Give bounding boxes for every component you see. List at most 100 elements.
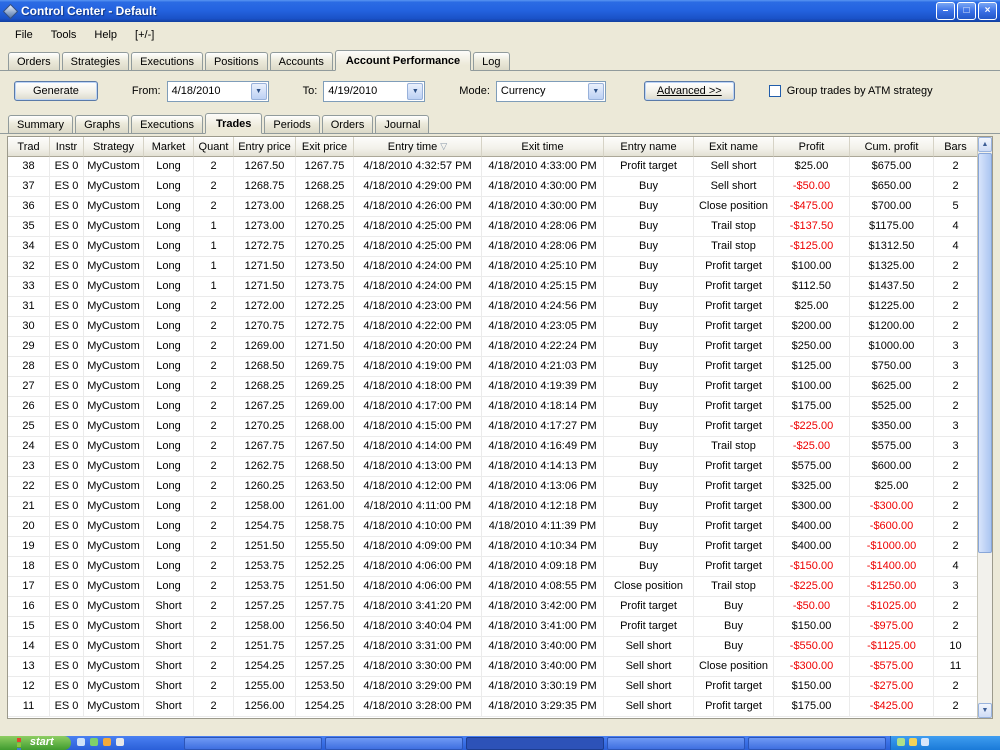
- table-row[interactable]: 20ES 0MyCustomLong21254.751258.754/18/20…: [8, 517, 992, 537]
- table-row[interactable]: 30ES 0MyCustomLong21270.751272.754/18/20…: [8, 317, 992, 337]
- column-header-quant[interactable]: Quant: [194, 137, 234, 157]
- table-row[interactable]: 14ES 0MyCustomShort21251.751257.254/18/2…: [8, 637, 992, 657]
- column-header-entry_price[interactable]: Entry price: [234, 137, 296, 157]
- table-row[interactable]: 32ES 0MyCustomLong11271.501273.504/18/20…: [8, 257, 992, 277]
- table-row[interactable]: 26ES 0MyCustomLong21267.251269.004/18/20…: [8, 397, 992, 417]
- cell-entry_time: 4/18/2010 3:29:00 PM: [354, 677, 482, 697]
- cell-exit_name: Profit target: [694, 537, 774, 557]
- tab-accounts[interactable]: Accounts: [270, 52, 333, 71]
- column-header-entry_name[interactable]: Entry name: [604, 137, 694, 157]
- tab-orders[interactable]: Orders: [8, 52, 60, 71]
- table-row[interactable]: 38ES 0MyCustomLong21267.501267.754/18/20…: [8, 157, 992, 177]
- tab-positions[interactable]: Positions: [205, 52, 268, 71]
- table-row[interactable]: 17ES 0MyCustomLong21253.751251.504/18/20…: [8, 577, 992, 597]
- table-row[interactable]: 22ES 0MyCustomLong21260.251263.504/18/20…: [8, 477, 992, 497]
- table-row[interactable]: 29ES 0MyCustomLong21269.001271.504/18/20…: [8, 337, 992, 357]
- taskbar-button[interactable]: [325, 737, 463, 750]
- quick-launch-icon[interactable]: [77, 738, 85, 746]
- table-row[interactable]: 24ES 0MyCustomLong21267.751267.504/18/20…: [8, 437, 992, 457]
- tray-icon[interactable]: [897, 738, 905, 746]
- column-header-entry_time[interactable]: Entry time▽: [354, 137, 482, 157]
- column-header-market[interactable]: Market: [144, 137, 194, 157]
- tray-icon[interactable]: [909, 738, 917, 746]
- table-row[interactable]: 23ES 0MyCustomLong21262.751268.504/18/20…: [8, 457, 992, 477]
- table-row[interactable]: 34ES 0MyCustomLong11272.751270.254/18/20…: [8, 237, 992, 257]
- table-row[interactable]: 15ES 0MyCustomShort21258.001256.504/18/2…: [8, 617, 992, 637]
- table-row[interactable]: 25ES 0MyCustomLong21270.251268.004/18/20…: [8, 417, 992, 437]
- window-title: Control Center - Default: [21, 4, 936, 18]
- cell-cum_profit: $575.00: [850, 437, 934, 457]
- table-row[interactable]: 16ES 0MyCustomShort21257.251257.754/18/2…: [8, 597, 992, 617]
- tab-journal[interactable]: Journal: [375, 115, 429, 134]
- close-button[interactable]: ×: [978, 2, 997, 20]
- chevron-down-icon[interactable]: ▼: [407, 83, 423, 100]
- chevron-down-icon[interactable]: ▼: [251, 83, 267, 100]
- mode-combo[interactable]: Currency ▼: [496, 81, 606, 102]
- tab-executions[interactable]: Executions: [131, 115, 203, 134]
- tab-strategies[interactable]: Strategies: [62, 52, 130, 71]
- tab-summary[interactable]: Summary: [8, 115, 73, 134]
- tray-icon[interactable]: [921, 738, 929, 746]
- table-row[interactable]: 33ES 0MyCustomLong11271.501273.754/18/20…: [8, 277, 992, 297]
- menu-tools[interactable]: Tools: [42, 25, 86, 45]
- tab-log[interactable]: Log: [473, 52, 509, 71]
- table-row[interactable]: 35ES 0MyCustomLong11273.001270.254/18/20…: [8, 217, 992, 237]
- tab-graphs[interactable]: Graphs: [75, 115, 129, 134]
- table-row[interactable]: 31ES 0MyCustomLong21272.001272.254/18/20…: [8, 297, 992, 317]
- tab-trades[interactable]: Trades: [205, 113, 262, 134]
- group-trades-checkbox[interactable]: [769, 85, 781, 97]
- table-row[interactable]: 11ES 0MyCustomShort21256.001254.254/18/2…: [8, 697, 992, 717]
- advanced-button[interactable]: Advanced >>: [644, 81, 735, 101]
- start-button[interactable]: start: [0, 736, 71, 750]
- tab-executions[interactable]: Executions: [131, 52, 203, 71]
- vertical-scrollbar[interactable]: ▲ ▼: [977, 137, 992, 718]
- taskbar-button[interactable]: [466, 737, 604, 750]
- table-row[interactable]: 21ES 0MyCustomLong21258.001261.004/18/20…: [8, 497, 992, 517]
- column-header-exit_price[interactable]: Exit price: [296, 137, 354, 157]
- quick-launch-icon[interactable]: [116, 738, 124, 746]
- maximize-button[interactable]: □: [957, 2, 976, 20]
- scroll-up-icon[interactable]: ▲: [978, 137, 992, 152]
- table-row[interactable]: 37ES 0MyCustomLong21268.751268.254/18/20…: [8, 177, 992, 197]
- table-row[interactable]: 27ES 0MyCustomLong21268.251269.254/18/20…: [8, 377, 992, 397]
- quick-launch-icon[interactable]: [90, 738, 98, 746]
- chevron-down-icon[interactable]: ▼: [588, 83, 604, 100]
- column-header-trade[interactable]: Trad: [8, 137, 50, 157]
- taskbar-button[interactable]: [748, 737, 886, 750]
- to-date-combo[interactable]: 4/19/2010 ▼: [323, 81, 425, 102]
- table-row[interactable]: 19ES 0MyCustomLong21251.501255.504/18/20…: [8, 537, 992, 557]
- cell-instr: ES 0: [50, 357, 84, 377]
- quick-launch-icon[interactable]: [103, 738, 111, 746]
- tab-account-performance[interactable]: Account Performance: [335, 50, 471, 71]
- column-header-instr[interactable]: Instr: [50, 137, 84, 157]
- table-row[interactable]: 36ES 0MyCustomLong21273.001268.254/18/20…: [8, 197, 992, 217]
- column-header-exit_time[interactable]: Exit time: [482, 137, 604, 157]
- column-header-exit_name[interactable]: Exit name: [694, 137, 774, 157]
- table-row[interactable]: 13ES 0MyCustomShort21254.251257.254/18/2…: [8, 657, 992, 677]
- tab-orders[interactable]: Orders: [322, 115, 374, 134]
- generate-button[interactable]: Generate: [14, 81, 98, 101]
- taskbar-button[interactable]: [184, 737, 322, 750]
- column-header-cum_profit[interactable]: Cum. profit: [850, 137, 934, 157]
- scrollbar-thumb[interactable]: [978, 153, 992, 553]
- taskbar-button[interactable]: [607, 737, 745, 750]
- column-header-bars[interactable]: Bars: [934, 137, 978, 157]
- menu-help[interactable]: Help: [85, 25, 126, 45]
- cell-strategy: MyCustom: [84, 237, 144, 257]
- scroll-down-icon[interactable]: ▼: [978, 703, 992, 718]
- cell-profit: $400.00: [774, 517, 850, 537]
- column-header-profit[interactable]: Profit: [774, 137, 850, 157]
- cell-bars: 2: [934, 317, 978, 337]
- column-header-strategy[interactable]: Strategy: [84, 137, 144, 157]
- table-row[interactable]: 12ES 0MyCustomShort21255.001253.504/18/2…: [8, 677, 992, 697]
- tab-periods[interactable]: Periods: [264, 115, 319, 134]
- table-row[interactable]: 18ES 0MyCustomLong21253.751252.254/18/20…: [8, 557, 992, 577]
- cell-exit_time: 4/18/2010 4:19:39 PM: [482, 377, 604, 397]
- table-row[interactable]: 28ES 0MyCustomLong21268.501269.754/18/20…: [8, 357, 992, 377]
- titlebar[interactable]: Control Center - Default – □ ×: [0, 0, 1000, 22]
- from-date-combo[interactable]: 4/18/2010 ▼: [167, 81, 269, 102]
- minimize-button[interactable]: –: [936, 2, 955, 20]
- menu-expand-collapse[interactable]: [+/-]: [126, 25, 163, 45]
- menu-file[interactable]: File: [6, 25, 42, 45]
- system-tray[interactable]: [890, 736, 1000, 750]
